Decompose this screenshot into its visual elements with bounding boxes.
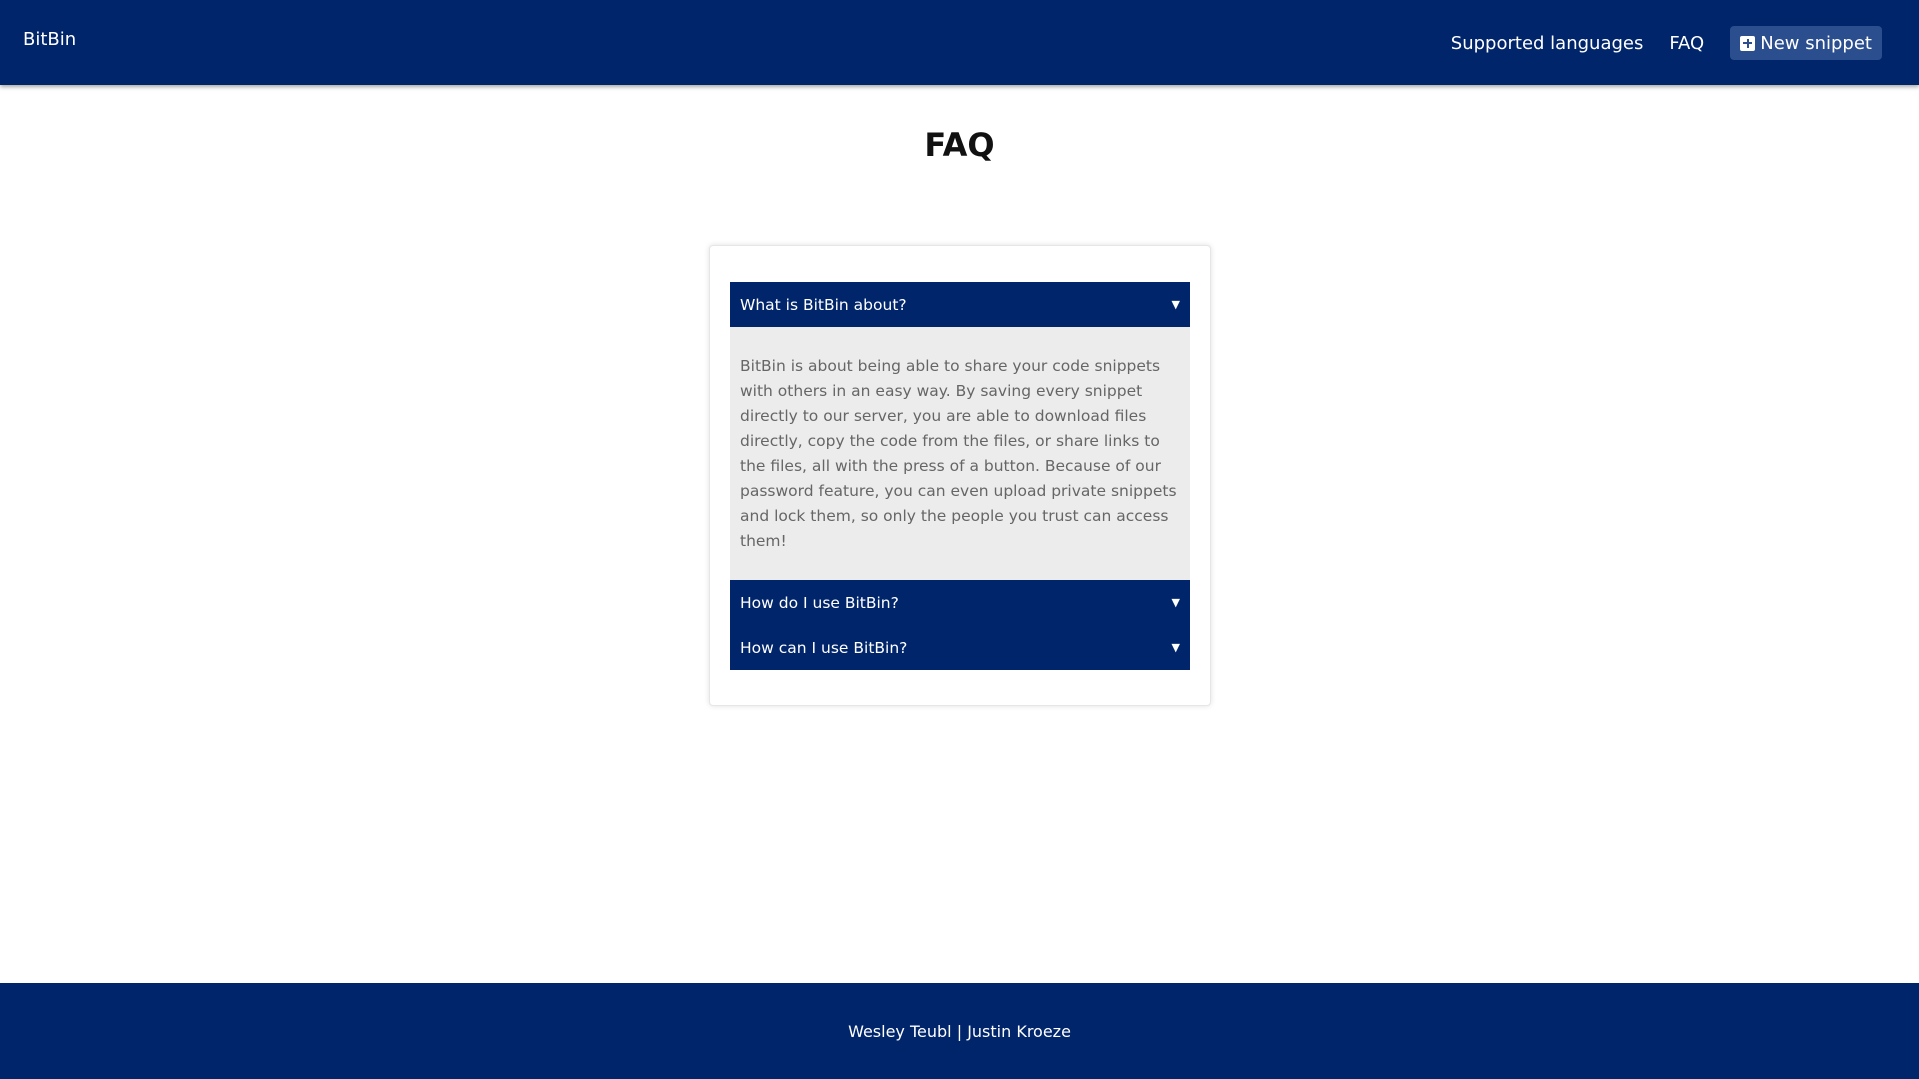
- plus-square-icon: [1740, 35, 1756, 51]
- new-snippet-button[interactable]: New snippet: [1730, 26, 1882, 60]
- faq-question-label: How do I use BitBin?: [740, 593, 899, 612]
- new-snippet-label: New snippet: [1760, 32, 1872, 54]
- faq-question-how-can-i-use[interactable]: How can I use BitBin? ▼: [730, 625, 1190, 670]
- caret-down-icon: ▼: [1171, 641, 1180, 654]
- nav-link-supported-languages[interactable]: Supported languages: [1451, 33, 1644, 54]
- faq-question-what-is-bitbin[interactable]: What is BitBin about? ▼: [730, 282, 1190, 327]
- faq-question-label: How can I use BitBin?: [740, 638, 908, 657]
- page-footer: Wesley Teubl | Justin Kroeze: [0, 983, 1919, 1079]
- nav-link-faq[interactable]: FAQ: [1669, 33, 1704, 54]
- faq-accordion: What is BitBin about? ▼ BitBin is about …: [730, 282, 1190, 670]
- caret-down-icon: ▼: [1171, 596, 1180, 609]
- faq-question-how-do-i-use[interactable]: How do I use BitBin? ▼: [730, 580, 1190, 625]
- footer-credits: Wesley Teubl | Justin Kroeze: [848, 1021, 1071, 1041]
- page-title: FAQ: [924, 126, 995, 164]
- caret-down-icon: ▼: [1171, 298, 1180, 311]
- faq-answer-what-is-bitbin: BitBin is about being able to share your…: [730, 327, 1190, 580]
- brand-logo-link[interactable]: BitBin: [23, 29, 76, 50]
- faq-question-label: What is BitBin about?: [740, 295, 907, 314]
- nav-links: Supported languages FAQ New snippet: [1425, 26, 1882, 60]
- top-navbar: BitBin Supported languages FAQ New snipp…: [0, 0, 1919, 85]
- faq-card: What is BitBin about? ▼ BitBin is about …: [709, 245, 1211, 706]
